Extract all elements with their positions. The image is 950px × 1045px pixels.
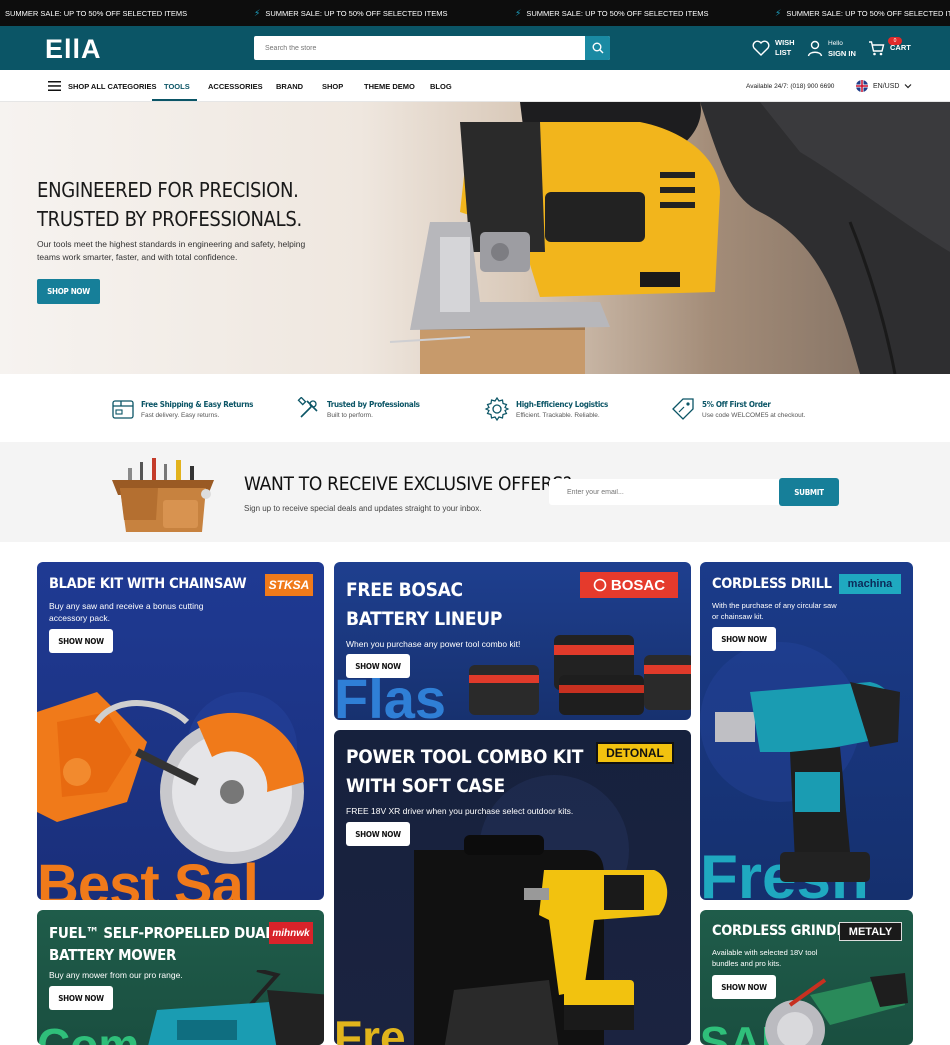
uk-flag-icon [856,80,868,92]
active-tab-indicator [152,99,197,101]
card-title: BLADE KIT WITH CHAINSAW [49,576,247,592]
newsletter-subtitle: Sign up to receive special deals and upd… [244,504,482,513]
cart-count-badge: 0 [888,37,902,45]
account-button[interactable]: Hello SIGN IN [807,38,856,58]
nav-item-accessories[interactable]: ACCESSORIES [208,70,263,102]
card-show-now-button[interactable]: SHOW NOW [49,986,113,1010]
feature-discount: 5% Off First Order Use code WELCOME5 at c… [670,394,805,424]
card-text: FREE 18V XR driver when you purchase sel… [346,806,574,816]
feature-free-shipping: Free Shipping & Easy Returns Fast deliver… [111,394,253,424]
card-text: Buy any saw and receive a bonus cutting … [49,601,204,623]
card-text: Available with selected 18V tool bundles… [712,948,818,968]
hero-shop-now-button[interactable]: SHOP NOW [37,279,100,304]
announcement-item: ⚡SUMMER SALE: UP TO 50% OFF SELECTED ITE… [775,7,950,18]
announcement-item: SUMMER SALE: UP TO 50% OFF SELECTED ITEM… [5,8,188,18]
card-title: CORDLESS GRINDER [712,923,855,939]
card-text: With the purchase of any circular saw or… [712,601,837,621]
announcement-item: ⚡SUMMER SALE: UP TO 50% OFF SELECTED ITE… [515,7,709,18]
nav-all-categories[interactable]: SHOP ALL CATEGORIES [48,70,156,102]
brand-logo-detonal: DETONAL [596,742,674,764]
chainsaw-image [37,692,304,864]
brand-logo-machina: machina [839,574,901,594]
card-title: FREE BOSAC BATTERY LINEUP [346,579,503,630]
brand-logo-mihnwk: mihnwk [269,922,313,944]
promo-card-combo-kit[interactable]: Fre POWER TOOL COMBO KIT WITH SOFT CASE … [334,730,691,1045]
card-title: POWER TOOL COMBO KIT WITH SOFT CASE [346,746,584,797]
heart-icon [752,40,770,56]
card-title: CORDLESS DRILL [712,576,832,592]
feature-logistics: High-Efficiency Logistics Efficient. Trac… [484,394,608,424]
user-icon [807,40,823,56]
promo-card-mower[interactable]: Com FUEL™ SELF-PROPELLED DUAL BATTERY MO… [37,910,324,1045]
promo-card-bosac[interactable]: Flas FREE BOSAC BATTERY LINEUP When you … [334,562,691,720]
promo-card-cordless-drill[interactable]: Fresh CORDLESS DRILL With the purchase o… [700,562,913,900]
search-button[interactable] [585,36,610,60]
card-bg-text: Fre [334,1011,406,1045]
card-show-now-button[interactable]: SHOW NOW [712,627,776,651]
brand-logo-stksa: STKSA [265,574,313,596]
card-show-now-button[interactable]: SHOW NOW [49,629,113,653]
nav-item-blog[interactable]: BLOG [430,70,452,102]
contact-phone: Available 24/7: (018) 900 6690 [746,82,835,90]
card-show-now-button[interactable]: SHOW NOW [712,975,776,999]
bolt-icon: ⚡ [254,7,261,18]
chevron-down-icon [905,84,912,89]
brand-logo-metaly: METALY [839,922,902,941]
newsletter-title: WANT TO RECEIVE EXCLUSIVE OFFERS? [244,473,572,495]
search-icon [592,42,603,54]
gear-icon [484,396,510,422]
site-logo[interactable]: EllA [45,34,102,65]
card-text: When you purchase any power tool combo k… [346,639,521,649]
brand-logo-bosac: BOSAC [580,572,678,598]
newsletter-email-input[interactable] [549,479,781,505]
card-title: FUEL™ SELF-PROPELLED DUAL BATTERY MOWER [49,924,274,964]
tools-icon [297,397,318,418]
card-bg-text: Best Sal [37,853,259,900]
bolt-icon: ⚡ [775,7,782,18]
box-icon [112,400,134,419]
nav-item-shop[interactable]: SHOP [322,70,343,102]
card-show-now-button[interactable]: SHOW NOW [346,654,410,678]
nav-item-brand[interactable]: BRAND [276,70,303,102]
announcement-item: ⚡SUMMER SALE: UP TO 50% OFF SELECTED ITE… [254,7,448,18]
card-show-now-button[interactable]: SHOW NOW [346,822,410,846]
promo-card-cordless-grinder[interactable]: SALE CORDLESS GRINDER Available with sel… [700,910,913,1045]
wishlist-button[interactable]: WISH LIST [752,38,795,58]
cart-icon [869,41,885,56]
bolt-icon: ⚡ [515,7,522,18]
nav-item-theme-demo[interactable]: THEME DEMO [364,70,415,102]
announcement-bar: SUMMER SALE: UP TO 50% OFF SELECTED ITEM… [0,0,950,26]
nav-item-tools[interactable]: TOOLS [164,70,190,102]
tool-belt-image [112,458,214,532]
impact-drill-image [715,682,900,882]
newsletter-submit-button[interactable]: SUBMIT [779,478,839,506]
hero-title: ENGINEERED FOR PRECISION. TRUSTED BY PRO… [37,178,302,231]
search-input[interactable] [254,36,585,60]
feature-trusted: Trusted by Professionals Built to perform… [297,394,420,424]
bosac-ring-icon [593,578,607,592]
language-selector[interactable]: EN/USD [856,70,912,102]
card-text: Buy any mower from our pro range. [49,970,183,980]
tag-icon [672,398,694,420]
lawn-mower-image [148,970,324,1045]
menu-icon [48,81,61,91]
hero-subtitle: Our tools meet the highest standards in … [37,239,306,262]
promo-card-blade-kit[interactable]: Best Sal BLADE KIT WITH CHAINSAW Buy any… [37,562,324,900]
search-bar [254,36,610,60]
